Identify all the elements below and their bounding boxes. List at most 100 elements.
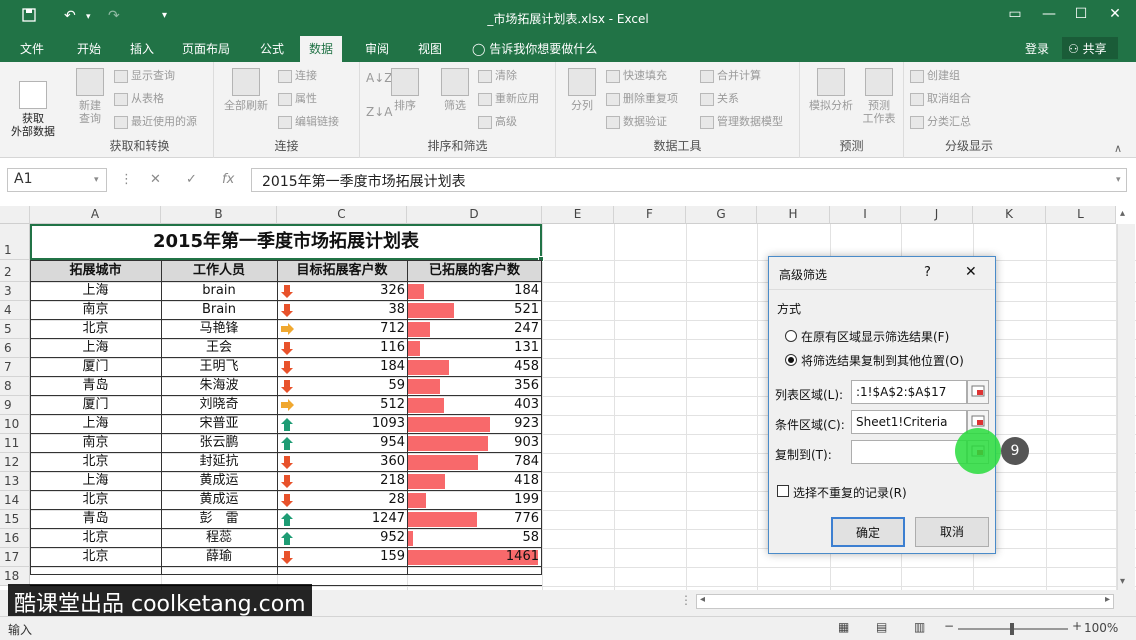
column-header[interactable]: H (757, 206, 830, 224)
clear-button[interactable]: 清除 (478, 69, 517, 83)
row-header[interactable]: 14 (0, 491, 30, 510)
data-validation-button[interactable]: 数据验证 (606, 115, 667, 129)
row-header[interactable]: 13 (0, 472, 30, 491)
city-cell[interactable]: 北京 (30, 453, 161, 471)
column-header[interactable]: L (1046, 206, 1116, 224)
target-cell[interactable]: 116 (296, 339, 405, 357)
unique-records-label[interactable]: 选择不重复的记录(R) (793, 484, 907, 501)
what-if-button[interactable]: 模拟分析 (804, 68, 858, 112)
ungroup-button[interactable]: 取消组合 (910, 92, 971, 106)
target-cell[interactable]: 512 (296, 396, 405, 414)
city-cell[interactable]: 北京 (30, 529, 161, 547)
refresh-all-button[interactable]: 全部刷新 (218, 68, 274, 112)
row-header[interactable]: 10 (0, 415, 30, 434)
splitter-icon[interactable]: ⋮ (680, 593, 692, 607)
advanced-button[interactable]: 高级 (478, 115, 517, 129)
flash-fill-button[interactable]: 快速填充 (606, 69, 667, 83)
row-header[interactable]: 9 (0, 396, 30, 415)
target-cell[interactable]: 326 (296, 282, 405, 300)
city-cell[interactable]: 南京 (30, 301, 161, 319)
connections-button[interactable]: 连接 (278, 69, 317, 83)
row-header[interactable]: 11 (0, 434, 30, 453)
scroll-left-icon[interactable]: ◂ (700, 594, 705, 605)
text-to-columns-button[interactable]: 分列 (562, 68, 602, 112)
city-cell[interactable]: 青岛 (30, 377, 161, 395)
list-range-collapse-button[interactable] (967, 380, 989, 404)
city-cell[interactable]: 厦门 (30, 358, 161, 376)
radio-copy-to-location[interactable] (785, 354, 797, 366)
target-cell[interactable]: 38 (296, 301, 405, 319)
person-cell[interactable]: 宋普亚 (161, 415, 277, 433)
edit-links-button[interactable]: 编辑链接 (278, 115, 339, 129)
tab-view[interactable]: 视图 (418, 40, 442, 57)
city-cell[interactable]: 上海 (30, 415, 161, 433)
done-cell[interactable]: 131 (410, 339, 539, 357)
collapse-ribbon-icon[interactable]: ∧ (1114, 142, 1122, 155)
tab-formulas[interactable]: 公式 (260, 40, 284, 57)
column-header[interactable]: B (161, 206, 277, 224)
tab-data[interactable]: 数据 (300, 36, 343, 62)
target-cell[interactable]: 360 (296, 453, 405, 471)
expand-formula-icon[interactable]: ▾ (1116, 175, 1121, 185)
target-cell[interactable]: 218 (296, 472, 405, 490)
filter-button[interactable]: 筛选 (436, 68, 474, 112)
opt-filter-in-place-label[interactable]: 在原有区域显示筛选结果(F) (801, 328, 949, 345)
sort-az-button[interactable]: A↓Z (366, 72, 392, 85)
zoom-in-icon[interactable]: + (1072, 619, 1082, 633)
target-cell[interactable]: 1247 (296, 510, 405, 528)
radio-filter-in-place[interactable] (785, 330, 797, 342)
done-cell[interactable]: 521 (410, 301, 539, 319)
done-cell[interactable]: 784 (410, 453, 539, 471)
row-header[interactable]: 6 (0, 339, 30, 358)
row-header[interactable]: 2 (0, 260, 30, 282)
from-table-button[interactable]: 从表格 (114, 92, 164, 106)
select-all-corner[interactable] (0, 206, 30, 224)
city-cell[interactable]: 北京 (30, 491, 161, 509)
normal-view-icon[interactable]: ▦ (838, 620, 849, 634)
person-cell[interactable]: 封延抗 (161, 453, 277, 471)
relationships-button[interactable]: 关系 (700, 92, 739, 106)
row-header[interactable]: 7 (0, 358, 30, 377)
enter-icon[interactable]: ✓ (186, 172, 197, 187)
person-cell[interactable]: 黄成运 (161, 472, 277, 490)
forecast-sheet-button[interactable]: 预测 工作表 (858, 68, 900, 125)
done-cell[interactable]: 418 (410, 472, 539, 490)
insert-function-icon[interactable]: fx (222, 172, 234, 187)
zoom-thumb[interactable] (1010, 623, 1014, 635)
name-box[interactable]: A1 (7, 168, 107, 192)
done-cell[interactable]: 403 (410, 396, 539, 414)
criteria-range-input[interactable]: Sheet1!Criteria (851, 410, 967, 434)
zoom-level[interactable]: 100% (1084, 621, 1118, 635)
done-cell[interactable]: 923 (410, 415, 539, 433)
done-cell[interactable]: 776 (410, 510, 539, 528)
city-cell[interactable]: 上海 (30, 339, 161, 357)
sign-in-link[interactable]: 登录 (1025, 40, 1049, 57)
done-cell[interactable]: 199 (410, 491, 539, 509)
person-cell[interactable]: 薛瑜 (161, 548, 277, 566)
tab-insert[interactable]: 插入 (130, 40, 154, 57)
row-header[interactable]: 1 (0, 224, 30, 260)
zoom-slider[interactable] (958, 623, 1068, 635)
done-cell[interactable]: 247 (410, 320, 539, 338)
subtotal-button[interactable]: 分类汇总 (910, 115, 971, 129)
row-header[interactable]: 17 (0, 548, 30, 567)
done-cell[interactable]: 58 (410, 529, 539, 547)
show-queries-button[interactable]: 显示查询 (114, 69, 175, 83)
recent-sources-button[interactable]: 最近使用的源 (114, 115, 197, 129)
close-icon[interactable]: ✕ (1100, 6, 1130, 22)
column-header[interactable]: G (686, 206, 757, 224)
remove-duplicates-button[interactable]: 删除重复项 (606, 92, 678, 106)
person-cell[interactable]: Brain (161, 301, 277, 319)
page-break-view-icon[interactable]: ▥ (914, 620, 925, 634)
row-header[interactable]: 12 (0, 453, 30, 472)
column-header[interactable]: C (277, 206, 407, 224)
target-cell[interactable]: 712 (296, 320, 405, 338)
help-icon[interactable]: ? (924, 265, 931, 280)
target-cell[interactable]: 952 (296, 529, 405, 547)
scroll-right-icon[interactable]: ▸ (1105, 594, 1110, 605)
group-button[interactable]: 创建组 (910, 69, 960, 83)
person-cell[interactable]: 马艳锋 (161, 320, 277, 338)
city-cell[interactable]: 上海 (30, 472, 161, 490)
share-button[interactable]: ⚇ 共享 (1062, 37, 1118, 59)
horizontal-scrollbar[interactable]: ◂ ▸ (696, 594, 1114, 609)
